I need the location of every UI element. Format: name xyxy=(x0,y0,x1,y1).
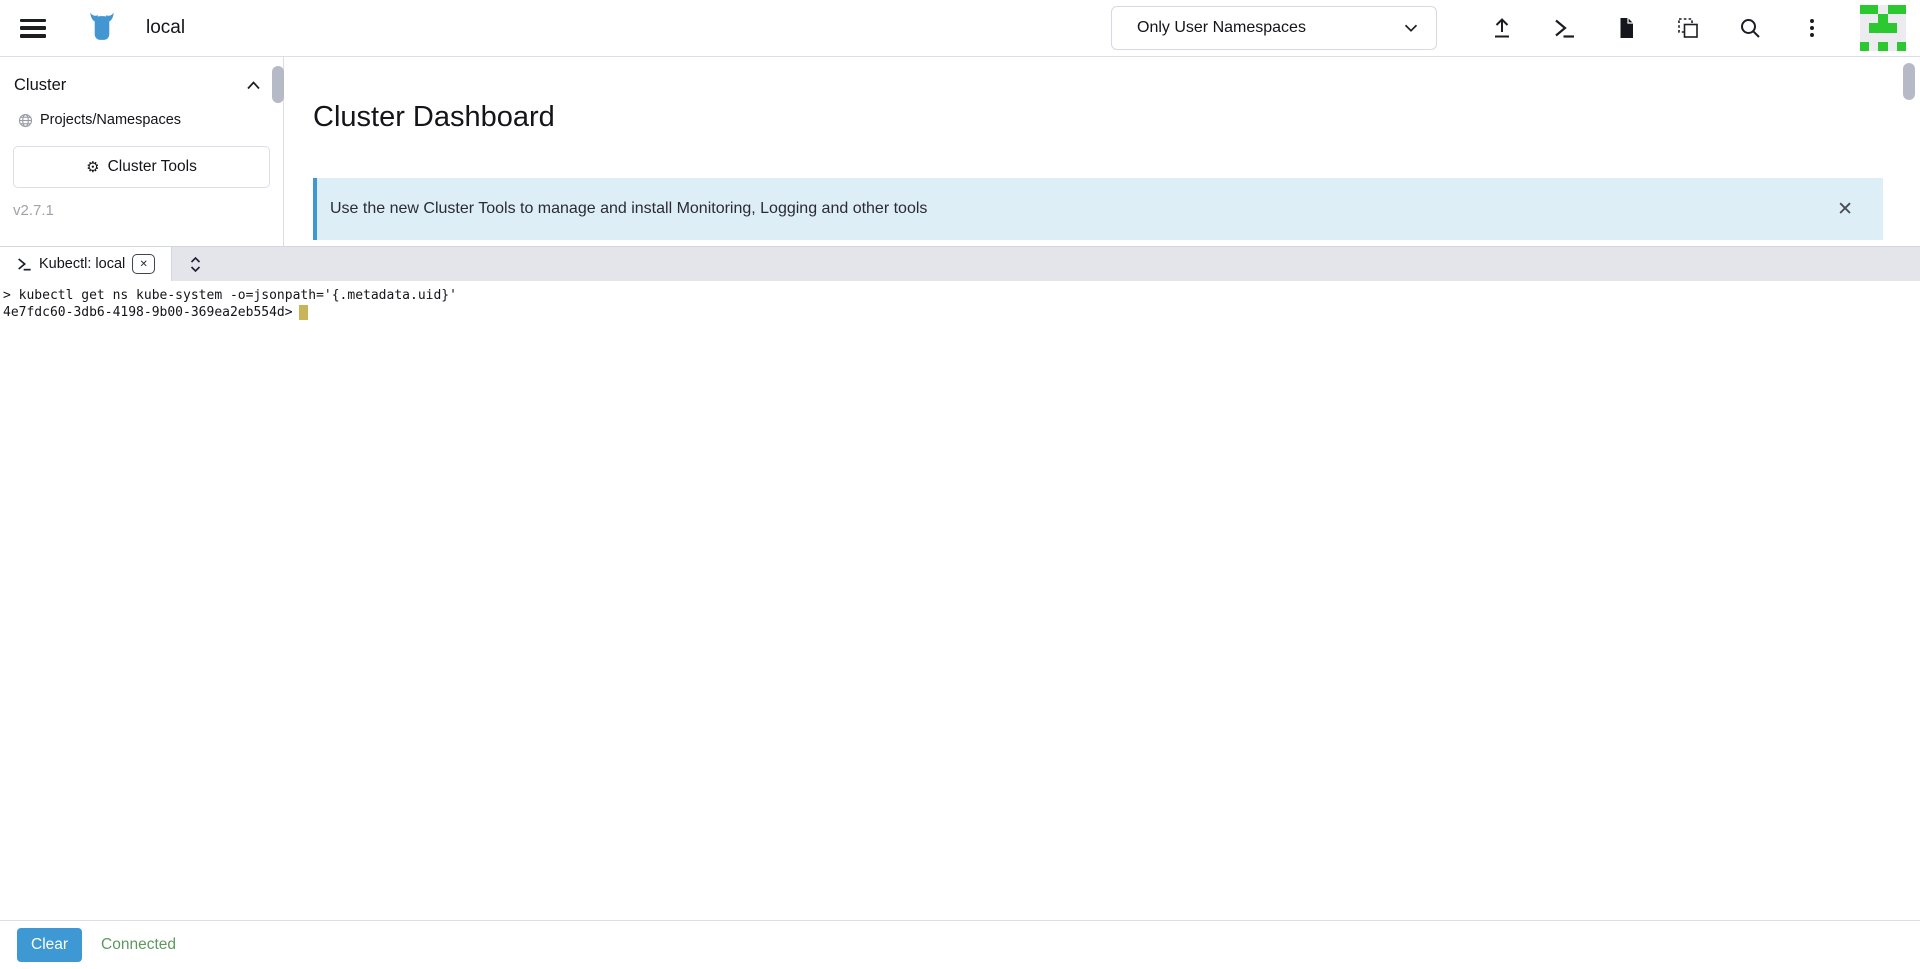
terminal-footer: Clear Connected xyxy=(0,920,1920,969)
namespace-filter-select[interactable]: Only User Namespaces xyxy=(1111,6,1437,50)
upload-icon[interactable] xyxy=(1490,16,1514,40)
hamburger-menu-icon[interactable] xyxy=(20,19,46,38)
workspace: Cluster Projects/Namespaces ⚙ Cluster To… xyxy=(0,57,1920,246)
cluster-tools-label: Cluster Tools xyxy=(108,158,197,176)
terminal-tabbar: Kubectl: local ✕ xyxy=(0,246,1920,281)
info-banner-text: Use the new Cluster Tools to manage and … xyxy=(330,200,927,218)
terminal-prompt: 4e7fdc60-3db6-4198-9b00-369ea2eb554d> xyxy=(3,305,293,320)
info-banner: Use the new Cluster Tools to manage and … xyxy=(313,178,1883,240)
sidebar-scrollbar-thumb[interactable] xyxy=(272,66,284,103)
main-content: Cluster Dashboard Use the new Cluster To… xyxy=(284,57,1920,246)
file-icon[interactable] xyxy=(1614,16,1638,40)
cluster-tools-button[interactable]: ⚙ Cluster Tools xyxy=(13,146,270,188)
terminal-tab-label: Kubectl: local xyxy=(39,256,125,272)
namespace-filter-value: Only User Namespaces xyxy=(1137,19,1306,37)
terminal-output[interactable]: > kubectl get ns kube-system -o=jsonpath… xyxy=(0,281,1920,920)
sidebar-item-label: Projects/Namespaces xyxy=(40,112,181,128)
sidebar-section-label: Cluster xyxy=(14,76,66,95)
version-label: v2.7.1 xyxy=(13,202,270,219)
sidebar-section-cluster[interactable]: Cluster xyxy=(0,67,283,104)
sidebar: Cluster Projects/Namespaces ⚙ Cluster To… xyxy=(0,57,284,246)
chevron-down-icon xyxy=(1400,17,1422,39)
terminal-line: 4e7fdc60-3db6-4198-9b00-369ea2eb554d> xyxy=(3,304,1917,321)
banner-close-icon[interactable]: ✕ xyxy=(1829,194,1861,225)
chevron-up-icon xyxy=(246,80,261,91)
user-avatar[interactable] xyxy=(1860,5,1906,51)
terminal-cursor xyxy=(299,305,308,320)
kubectl-shell-icon[interactable] xyxy=(1552,16,1576,40)
expand-panel-icon[interactable] xyxy=(188,255,203,274)
search-icon[interactable] xyxy=(1738,16,1762,40)
cluster-name: local xyxy=(146,17,185,39)
globe-icon xyxy=(18,113,33,128)
terminal-tab-kubectl-local[interactable]: Kubectl: local ✕ xyxy=(0,247,172,281)
gear-icon: ⚙ xyxy=(86,160,99,175)
terminal-line: > kubectl get ns kube-system -o=jsonpath… xyxy=(3,287,1917,304)
header-actions: Only User Namespaces xyxy=(1111,5,1920,51)
top-header: local Only User Namespaces xyxy=(0,0,1920,57)
tab-close-icon[interactable]: ✕ xyxy=(132,254,155,274)
main-scrollbar-thumb[interactable] xyxy=(1903,63,1915,100)
kebab-menu-icon[interactable] xyxy=(1800,16,1824,40)
clear-button[interactable]: Clear xyxy=(17,928,82,962)
kubectl-terminal-panel: Kubectl: local ✕ > kubectl get ns kube-s… xyxy=(0,246,1920,969)
import-yaml-icon[interactable] xyxy=(1676,16,1700,40)
sidebar-item-projects-namespaces[interactable]: Projects/Namespaces xyxy=(0,104,283,136)
page-title: Cluster Dashboard xyxy=(313,57,1920,135)
rancher-logo-icon xyxy=(82,6,122,50)
shell-prompt-icon xyxy=(16,256,32,272)
connection-status: Connected xyxy=(101,936,176,954)
